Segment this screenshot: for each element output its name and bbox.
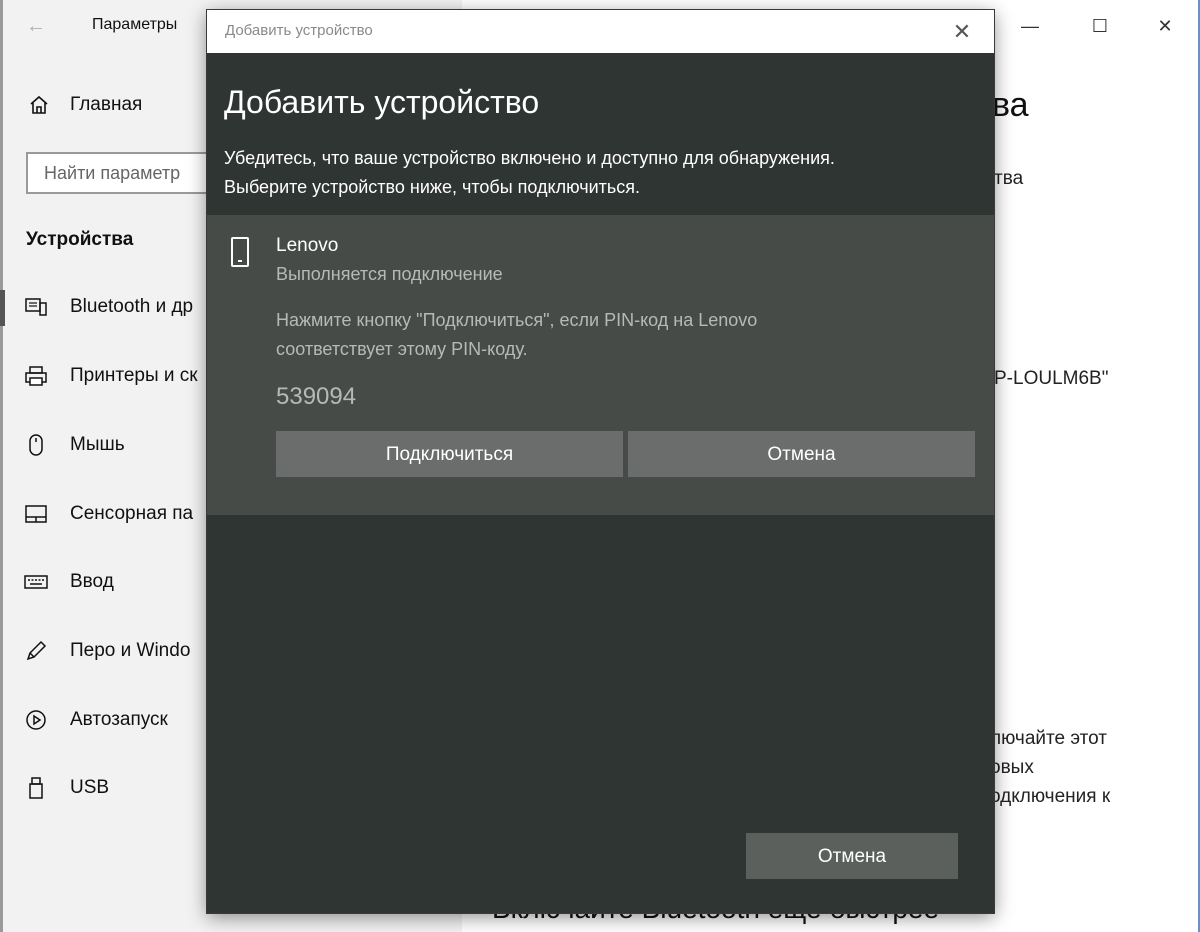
- pin-instructions: Нажмите кнопку "Подключиться", если PIN-…: [276, 306, 757, 364]
- pin-code: 539094: [276, 383, 357, 410]
- content-text-fragment: тва: [994, 168, 1024, 189]
- device-status: Выполняется подключение: [276, 264, 503, 284]
- settings-search-box[interactable]: [26, 152, 234, 194]
- nav-item-label: Ввод: [70, 571, 114, 592]
- nav-item-usb[interactable]: USB: [0, 768, 210, 808]
- connect-button[interactable]: Подключиться: [276, 431, 623, 477]
- pen-icon: [26, 640, 47, 661]
- nav-home-label: Главная: [70, 94, 143, 115]
- device-name: Lenovo: [276, 235, 339, 256]
- printer-icon: [25, 366, 47, 386]
- nav-item-pen[interactable]: Перо и Windo: [0, 631, 210, 671]
- close-icon[interactable]: ✕: [944, 16, 980, 48]
- dialog-description: Убедитесь, что ваше устройство включено …: [224, 144, 835, 202]
- nav-item-mouse[interactable]: Мышь: [0, 425, 210, 465]
- cancel-button[interactable]: Отмена: [746, 833, 958, 879]
- description-line: Убедитесь, что ваше устройство включено …: [224, 148, 835, 168]
- nav-home[interactable]: Главная: [28, 94, 142, 116]
- close-window-icon[interactable]: ✕: [1145, 12, 1185, 40]
- back-arrow-icon[interactable]: ←: [22, 14, 50, 38]
- page-heading-fragment: ва: [992, 86, 1029, 124]
- content-text-fragment: лючайте этот: [990, 728, 1107, 749]
- pin-instructions-line: соответствует этому PIN-коду.: [276, 339, 528, 359]
- content-text-fragment: одключения к: [990, 786, 1111, 807]
- nav-item-label: Мышь: [70, 434, 125, 455]
- dialog-titlebar: Добавить устройство ✕: [207, 10, 994, 53]
- nav-item-input[interactable]: Ввод: [0, 562, 210, 602]
- content-text-fragment: овых: [990, 757, 1034, 778]
- nav-item-bluetooth[interactable]: Bluetooth и др: [0, 287, 210, 327]
- nav-item-label: Принтеры и ск: [70, 365, 198, 386]
- nav-item-printers[interactable]: Принтеры и ск: [0, 356, 210, 396]
- cancel-pairing-button[interactable]: Отмена: [628, 431, 975, 477]
- device-name-fragment: P-LOULM6B": [994, 368, 1109, 389]
- description-line: Выберите устройство ниже, чтобы подключи…: [224, 177, 640, 197]
- minimize-icon[interactable]: —: [1010, 12, 1050, 40]
- maximize-icon[interactable]: ☐: [1080, 12, 1120, 40]
- keyboard-icon: [24, 575, 48, 589]
- nav-item-label: Перо и Windo: [70, 640, 191, 661]
- search-input[interactable]: [28, 154, 234, 192]
- usb-icon: [29, 777, 43, 799]
- app-title: Параметры: [92, 16, 178, 33]
- add-device-dialog: Добавить устройство ✕ Добавить устройств…: [207, 10, 994, 913]
- nav-item-autoplay[interactable]: Автозапуск: [0, 700, 210, 740]
- touchpad-icon: [25, 505, 47, 523]
- pin-instructions-line: Нажмите кнопку "Подключиться", если PIN-…: [276, 310, 758, 330]
- dialog-heading: Добавить устройство: [224, 84, 540, 120]
- nav-item-touchpad[interactable]: Сенсорная па: [0, 494, 210, 534]
- home-icon: [30, 95, 48, 114]
- phone-icon: [231, 237, 249, 267]
- nav-item-label: Bluetooth и др: [70, 296, 194, 317]
- nav-item-label: Сенсорная па: [70, 503, 194, 524]
- bluetooth-devices-icon: [25, 298, 47, 316]
- section-title: Устройства: [26, 229, 134, 250]
- mouse-icon: [29, 434, 43, 456]
- nav-item-label: USB: [70, 777, 110, 798]
- autoplay-icon: [26, 710, 46, 730]
- nav-item-label: Автозапуск: [70, 709, 168, 730]
- dialog-window-title: Добавить устройство: [225, 22, 373, 39]
